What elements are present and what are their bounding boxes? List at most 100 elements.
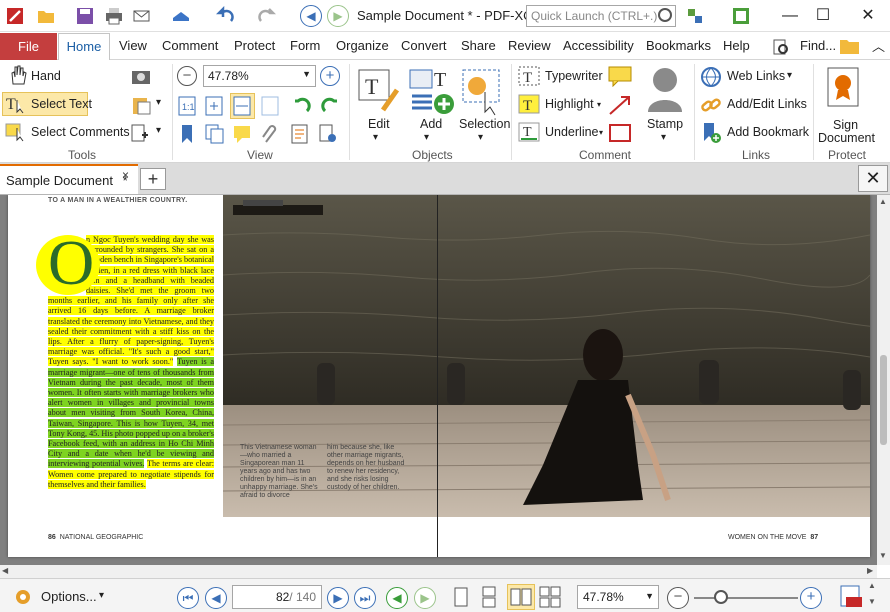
rectangle-icon[interactable] <box>607 122 633 144</box>
underline-button[interactable]: Underline <box>545 125 599 139</box>
print-icon[interactable] <box>104 6 124 26</box>
fit-page-icon[interactable] <box>205 96 223 116</box>
undo-icon[interactable] <box>216 6 236 26</box>
comments-icon[interactable] <box>232 124 252 144</box>
fit-visible-icon[interactable] <box>261 96 279 116</box>
hand-tool-label[interactable]: Hand <box>31 69 61 83</box>
close-tab-icon[interactable]: × <box>122 168 129 182</box>
find-button[interactable]: Find... <box>800 38 836 53</box>
tab-accessibility[interactable]: Accessibility <box>563 38 634 53</box>
gear-icon[interactable] <box>12 586 34 608</box>
document-tab[interactable]: Sample Document * × <box>0 164 138 194</box>
close-document-button[interactable]: ✕ <box>858 165 888 192</box>
scroll-left-icon[interactable]: ◀ <box>2 566 8 575</box>
redo-icon[interactable] <box>256 6 276 26</box>
tab-comment[interactable]: Comment <box>162 38 218 53</box>
article-text-column[interactable]: O n Ngoc Tuyen's wedding day she was sur… <box>36 231 215 490</box>
clipboard-icon[interactable] <box>130 95 152 115</box>
pages-icon[interactable] <box>205 124 225 144</box>
underline-dropdown-icon[interactable]: ▾ <box>599 128 603 137</box>
tab-organize[interactable]: Organize <box>336 38 389 53</box>
status-zoom-out-icon[interactable]: − <box>667 587 689 609</box>
stamp-button[interactable]: Stamp <box>647 117 683 131</box>
rotate-right-icon[interactable] <box>320 96 340 116</box>
web-links-dropdown-icon[interactable]: ▾ <box>787 70 792 81</box>
zoom-combobox[interactable]: 47.78% ▼ <box>203 65 316 87</box>
fullscreen-icon[interactable] <box>731 6 751 26</box>
email-icon[interactable] <box>132 6 152 26</box>
tab-review[interactable]: Review <box>508 38 551 53</box>
selection-dropdown-icon[interactable]: ▾ <box>478 132 483 143</box>
tab-form[interactable]: Form <box>290 38 320 53</box>
first-page-icon[interactable]: ⏮ <box>177 587 199 609</box>
scroll-right-icon[interactable]: ▶ <box>867 566 873 575</box>
close-button[interactable]: ✕ <box>848 0 888 32</box>
tab-bookmarks[interactable]: Bookmarks <box>646 38 711 53</box>
selection-button[interactable]: Selection <box>459 117 510 131</box>
tab-file[interactable]: File <box>0 33 57 60</box>
sticky-note-icon[interactable] <box>607 65 633 87</box>
zoom-slider-track[interactable] <box>694 597 798 599</box>
zoom-in-icon[interactable]: + <box>320 66 340 86</box>
stamp-dropdown-icon[interactable]: ▾ <box>661 132 666 143</box>
actual-size-icon[interactable]: 1:1 <box>178 96 196 116</box>
arrow-icon[interactable] <box>607 94 633 116</box>
collapse-ribbon-button[interactable]: ︿ <box>872 36 885 55</box>
format-icon[interactable] <box>130 123 152 143</box>
open-folder-icon[interactable] <box>36 6 56 26</box>
clipboard-dropdown-icon[interactable]: ▾ <box>156 97 161 108</box>
document-viewport[interactable]: TO A MAN IN A WEALTHIER COUNTRY. O n Ngo… <box>0 195 877 565</box>
layers-settings-icon[interactable] <box>318 124 338 144</box>
add-edit-links-button[interactable]: Add/Edit Links <box>727 97 807 111</box>
options-button[interactable]: Options... <box>41 589 97 604</box>
zoom-slider-thumb[interactable] <box>714 590 728 604</box>
forward-view-icon[interactable]: ▶ <box>414 587 436 609</box>
zoom-out-icon[interactable]: − <box>177 66 197 86</box>
maximize-button[interactable]: ☐ <box>803 0 843 32</box>
vertical-scroll-thumb[interactable] <box>880 355 887 445</box>
status-zoom-in-icon[interactable]: + <box>800 587 822 609</box>
web-links-button[interactable]: Web Links <box>727 69 785 83</box>
edit-button[interactable]: Edit <box>368 117 390 131</box>
highlight-button[interactable]: Highlight <box>545 97 594 111</box>
select-comments-label[interactable]: Select Comments <box>31 125 130 139</box>
status-zoom-combobox[interactable]: 47.78% ▼ <box>577 585 659 609</box>
options-dropdown-icon[interactable]: ▾ <box>99 590 104 601</box>
folder-icon[interactable] <box>839 36 861 56</box>
edit-dropdown-icon[interactable]: ▾ <box>373 132 378 143</box>
scroll-up-icon[interactable]: ▲ <box>879 197 887 206</box>
single-page-icon[interactable] <box>452 586 470 608</box>
document-button-label[interactable]: Document <box>818 131 875 145</box>
facing-continuous-icon[interactable] <box>539 586 561 608</box>
tab-help[interactable]: Help <box>723 38 750 53</box>
rotate-left-icon[interactable] <box>292 96 312 116</box>
status-scroll-up-icon[interactable]: ▲ <box>868 581 876 590</box>
tab-home[interactable]: Home <box>58 33 110 61</box>
sign-button-label[interactable]: Sign <box>833 118 858 132</box>
status-scroll-down-icon[interactable]: ▼ <box>868 597 876 606</box>
previous-page-icon[interactable]: ◀ <box>205 587 227 609</box>
tab-view[interactable]: View <box>119 38 147 53</box>
tab-share[interactable]: Share <box>461 38 496 53</box>
format-dropdown-icon[interactable]: ▾ <box>156 125 161 136</box>
typewriter-button[interactable]: Typewriter <box>545 69 603 83</box>
vertical-scrollbar[interactable]: ▲ ▼ <box>877 195 890 565</box>
save-icon[interactable] <box>75 6 95 26</box>
add-bookmark-button[interactable]: Add Bookmark <box>727 125 809 139</box>
last-page-icon[interactable]: ⏭ <box>354 587 376 609</box>
add-dropdown-icon[interactable]: ▾ <box>424 132 429 143</box>
forward-icon[interactable]: ▶ <box>327 5 349 27</box>
highlight-dropdown-icon[interactable]: ▾ <box>597 100 601 109</box>
ui-options-icon[interactable] <box>685 6 705 26</box>
page-number-input[interactable]: 82/ 140 <box>232 585 322 609</box>
new-tab-button[interactable]: + <box>140 168 166 190</box>
continuous-page-icon[interactable] <box>480 586 498 608</box>
next-page-icon[interactable]: ▶ <box>327 587 349 609</box>
properties-icon[interactable] <box>290 124 310 144</box>
tab-protect[interactable]: Protect <box>234 38 275 53</box>
horizontal-scrollbar[interactable]: ◀ ▶ <box>0 565 877 578</box>
scan-icon[interactable] <box>171 6 191 26</box>
attachment-icon[interactable] <box>260 124 280 144</box>
scroll-down-icon[interactable]: ▼ <box>879 551 887 560</box>
add-button[interactable]: Add <box>420 117 442 131</box>
